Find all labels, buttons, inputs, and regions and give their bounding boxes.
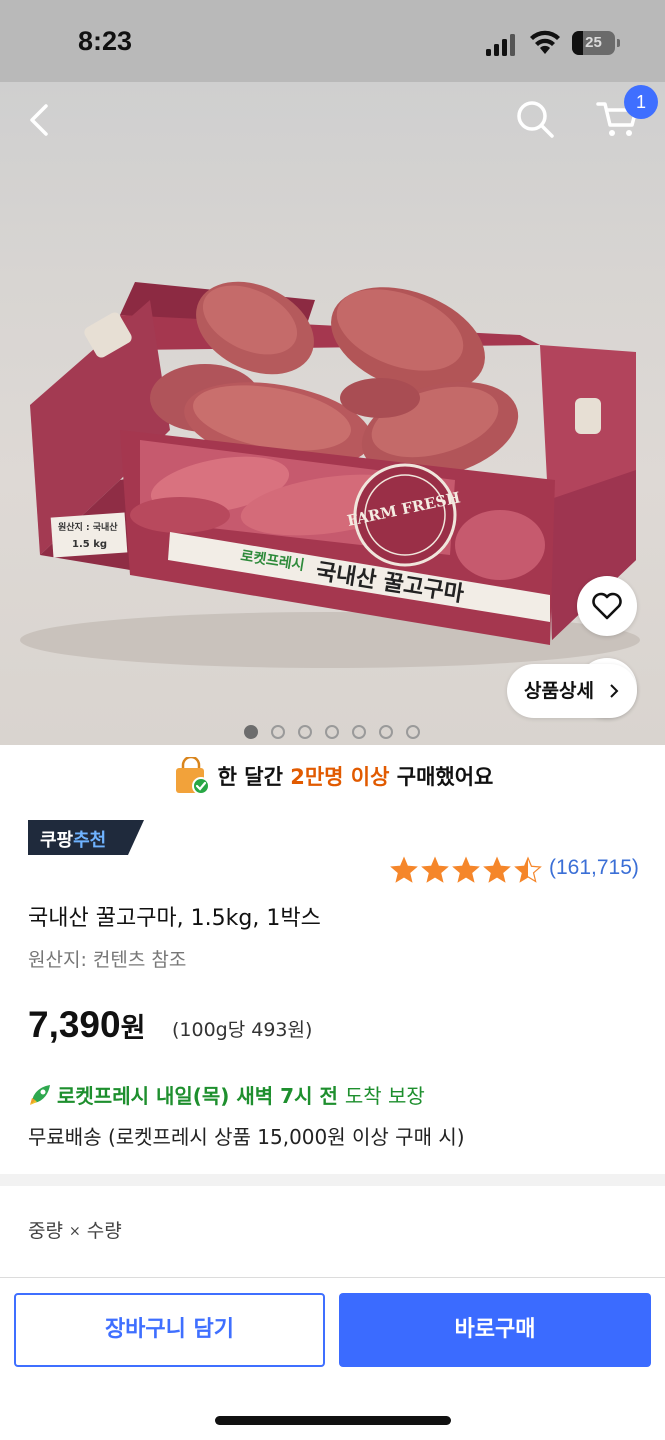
price-value: 7,390 xyxy=(28,1004,121,1045)
option-quantity: 수량 xyxy=(86,1220,122,1242)
option-selector[interactable]: 중량 × 수량 xyxy=(28,1216,122,1243)
product-origin: 원산지: 컨텐츠 참조 xyxy=(28,949,187,971)
purchase-highlight: 2만명 이상 xyxy=(290,765,390,789)
rating-stars[interactable] xyxy=(390,856,542,884)
status-time: 8:23 xyxy=(78,26,133,56)
carousel-dot xyxy=(244,725,258,739)
unit-price: (100g당 493원) xyxy=(172,1019,313,1041)
heart-icon xyxy=(592,592,622,620)
carousel-indicator xyxy=(244,725,420,739)
carousel-dot xyxy=(271,725,285,739)
review-count-link[interactable]: (161,715) xyxy=(549,856,639,880)
delivery-guarantee: 로켓프레시 내일(목) 새벽 7시 전 도착 보장 xyxy=(26,1080,425,1109)
star-fill xyxy=(391,858,417,882)
product-price: 7,390원 xyxy=(28,1004,145,1046)
battery-icon: 25 xyxy=(572,31,620,55)
chevron-right-icon xyxy=(610,684,619,698)
product-title: 국내산 꿀고구마, 1.5kg, 1박스 xyxy=(28,906,321,931)
product-detail-label: 상품상세 xyxy=(524,680,594,702)
add-to-cart-button[interactable]: 장바구니 담기 xyxy=(14,1293,325,1367)
star-fill xyxy=(484,858,510,882)
free-shipping-text: 무료배송 (로켓프레시 상품 15,000원 이상 구매 시) xyxy=(28,1125,465,1149)
purchase-prefix: 한 달간 xyxy=(217,765,283,789)
option-separator: × xyxy=(69,1223,81,1240)
search-icon[interactable] xyxy=(514,98,556,140)
product-photo: FARM FRESH 로켓프레시 국내산 꿀고구마 원산지 : 국내산 1.5 … xyxy=(20,281,640,668)
option-weight: 중량 xyxy=(28,1220,63,1242)
carousel-dot xyxy=(325,725,339,739)
back-icon[interactable] xyxy=(24,100,58,140)
home-indicator[interactable] xyxy=(215,1416,451,1425)
wifi-icon xyxy=(530,30,560,54)
rocket-icon xyxy=(30,1084,50,1105)
status-bar: 8:23 25 xyxy=(0,0,665,82)
carousel-dot xyxy=(406,725,420,739)
product-detail-button[interactable]: 상품상세 xyxy=(507,664,637,718)
product-image-carousel[interactable]: FARM FRESH 로켓프레시 국내산 꿀고구마 원산지 : 국내산 1.5 … xyxy=(0,82,665,745)
recommend-label: 추천 xyxy=(73,830,107,851)
carousel-dot xyxy=(379,725,393,739)
purchase-suffix: 구매했어요 xyxy=(396,765,494,789)
box-weight-text: 1.5 kg xyxy=(72,539,107,550)
delivery-time-text: 로켓프레시 내일(목) 새벽 7시 전 xyxy=(57,1084,338,1108)
bottom-bar-divider xyxy=(0,1277,665,1278)
cellular-signal-icon xyxy=(486,34,515,56)
delivery-guarantee-text: 도착 보장 xyxy=(344,1084,425,1108)
star-fill xyxy=(453,858,479,882)
battery-level: 25 xyxy=(585,34,602,51)
star-fill xyxy=(422,858,448,882)
carousel-dot xyxy=(298,725,312,739)
cart-count-badge: 1 xyxy=(624,85,658,119)
box-origin-text: 원산지 : 국내산 xyxy=(58,521,118,533)
section-divider xyxy=(0,1174,665,1186)
buy-now-button[interactable]: 바로구매 xyxy=(339,1293,651,1367)
carousel-dot xyxy=(352,725,366,739)
coupang-recommend-badge: 쿠팡추천 xyxy=(28,820,144,855)
price-unit: 원 xyxy=(120,1013,146,1043)
shopping-bag-icon xyxy=(175,757,210,795)
recommend-brand: 쿠팡 xyxy=(40,830,74,851)
purchase-count-text: 한 달간 2만명 이상 구매했어요 xyxy=(218,761,494,791)
purchase-count-banner: 한 달간 2만명 이상 구매했어요 xyxy=(0,745,665,807)
wishlist-button[interactable] xyxy=(577,576,637,636)
